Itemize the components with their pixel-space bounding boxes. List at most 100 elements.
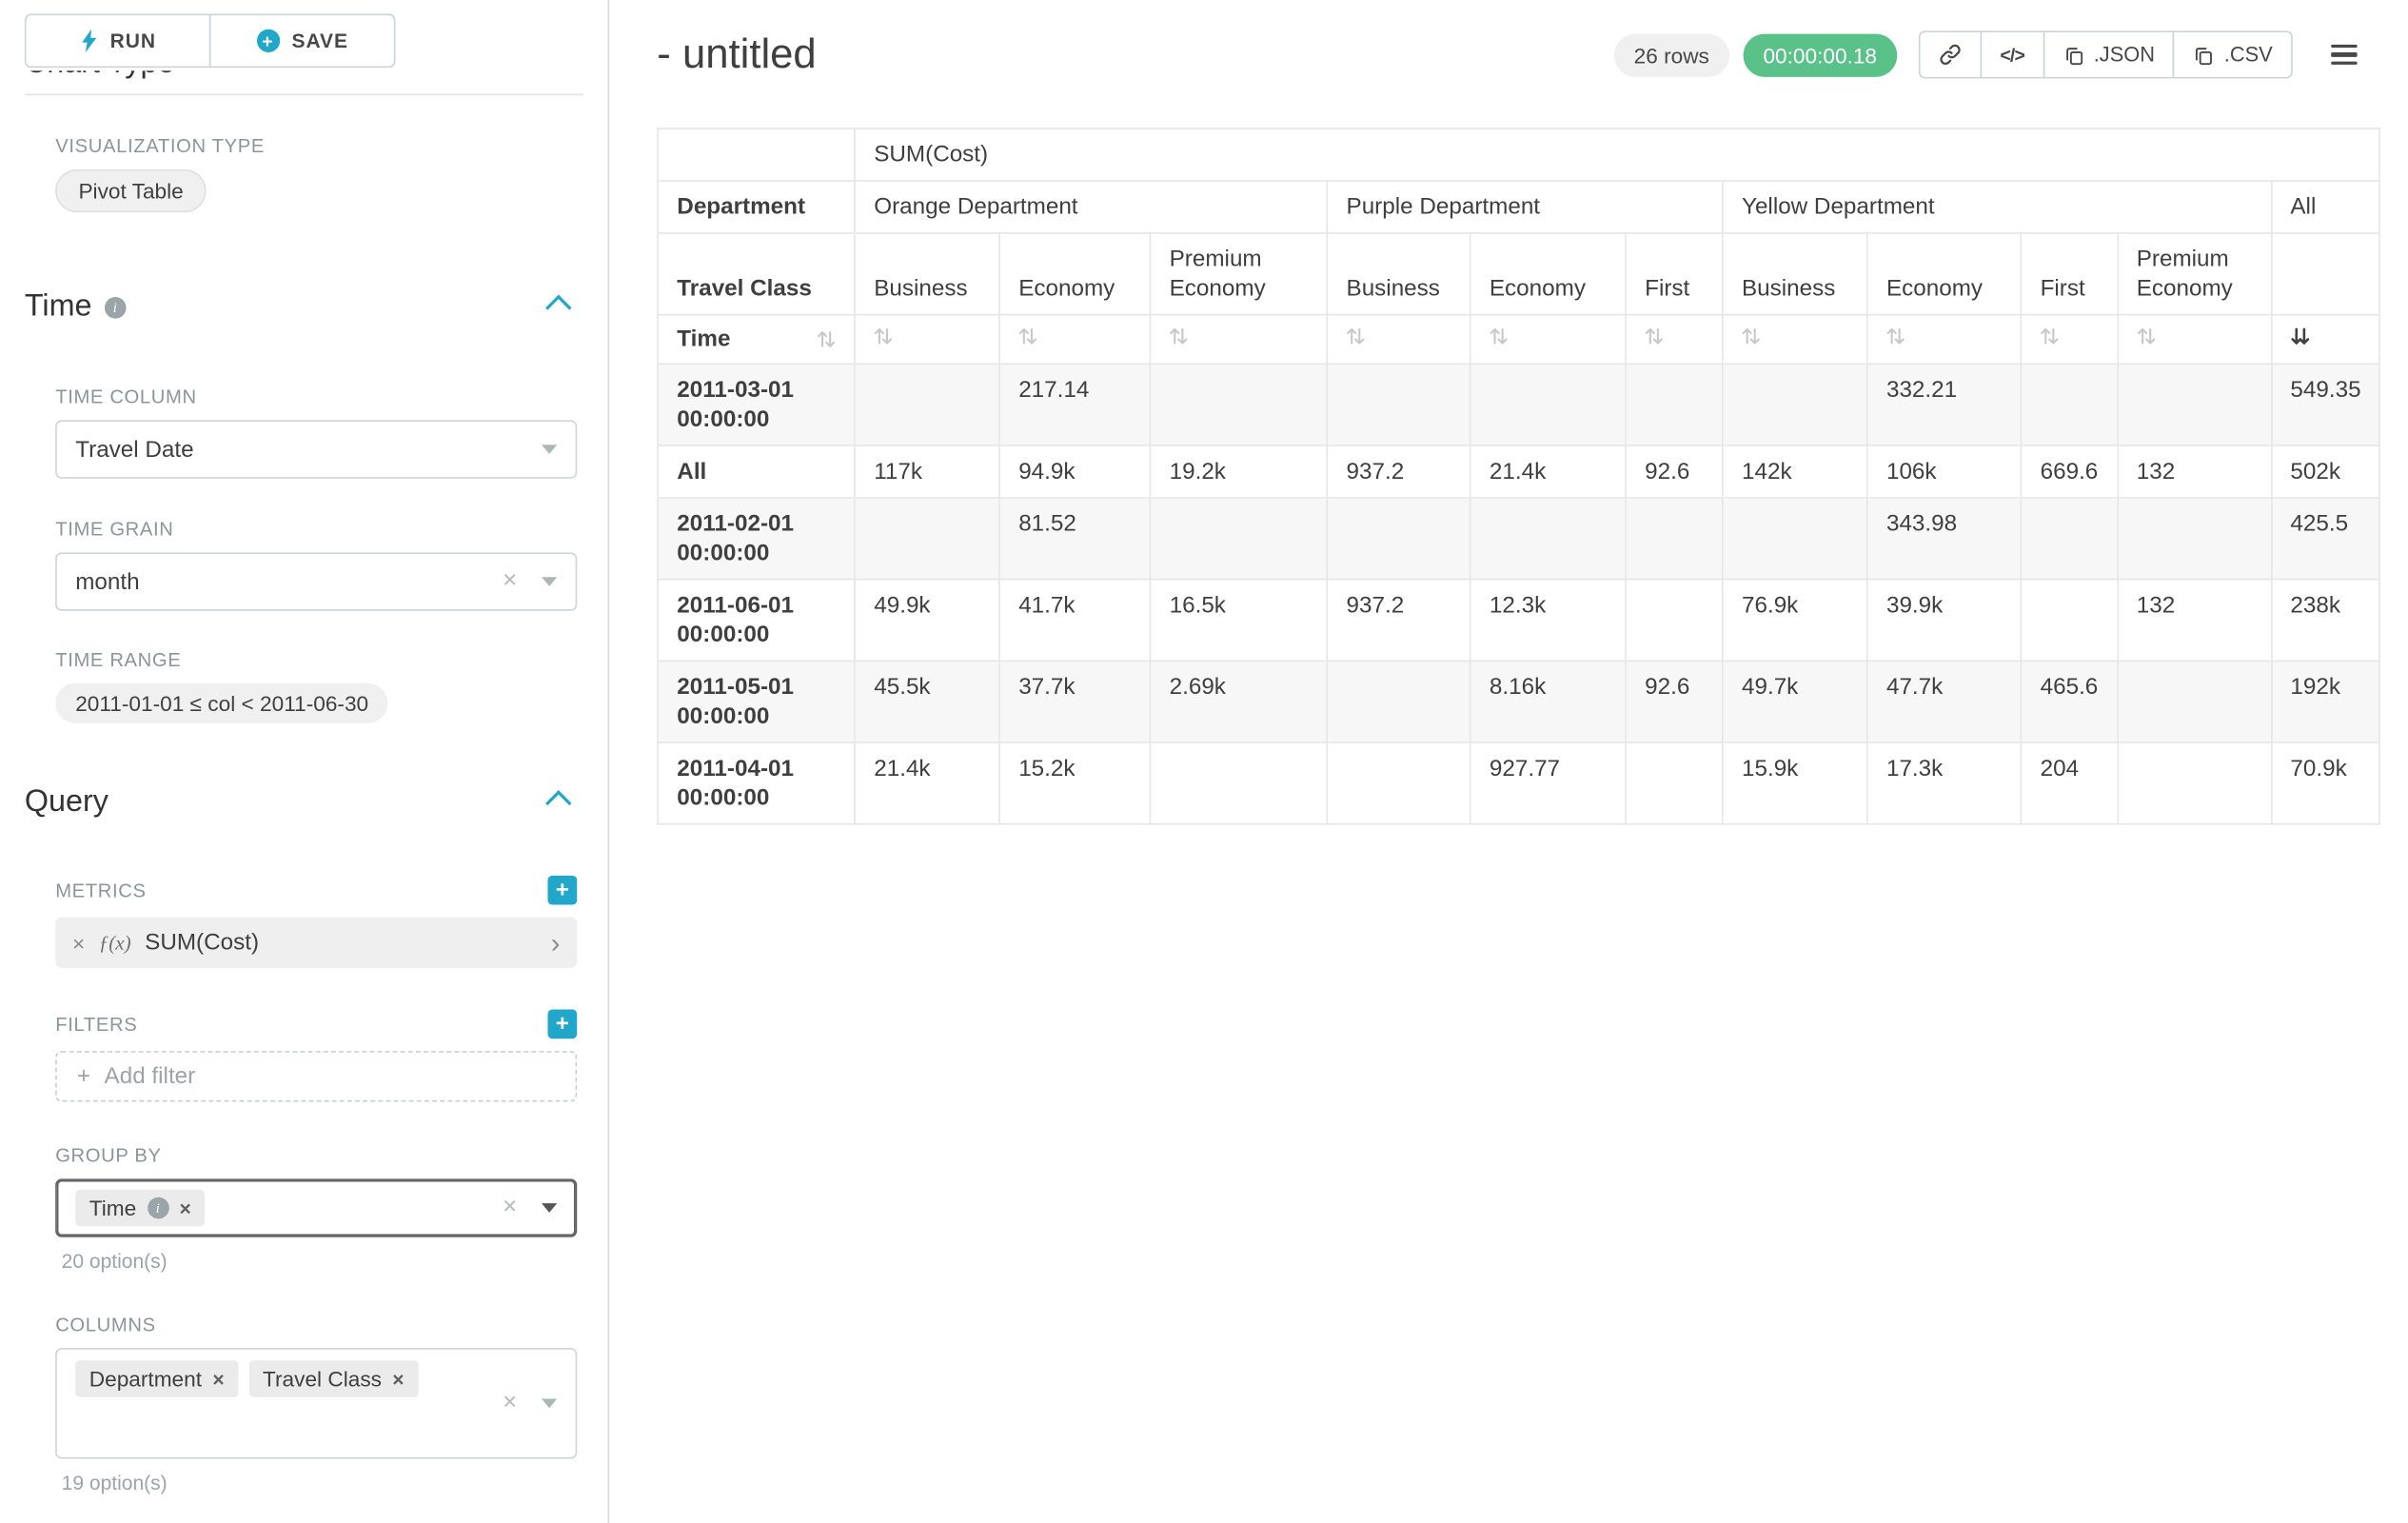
- pivot-value-cell: 217.14: [999, 364, 1150, 445]
- remove-tag-icon[interactable]: ×: [179, 1198, 190, 1218]
- pivot-value-cell: 21.4k: [855, 742, 999, 824]
- pivot-value-cell: [1723, 364, 1867, 445]
- pivot-row-label: All: [658, 445, 855, 498]
- clear-icon[interactable]: ×: [503, 1196, 517, 1220]
- columns-tag-label: Travel Class: [263, 1367, 382, 1392]
- sort-icon[interactable]: [1742, 326, 1760, 346]
- pivot-value-cell: 15.9k: [1723, 742, 1867, 824]
- add-filter-button[interactable]: + Add filter: [55, 1051, 577, 1101]
- pivot-value-cell: 117k: [855, 445, 999, 498]
- chevron-up-icon[interactable]: [545, 294, 571, 320]
- travel-class-header: Business: [855, 233, 999, 315]
- pivot-table: SUM(Cost)DepartmentOrange DepartmentPurp…: [657, 128, 2380, 824]
- viz-type-pill[interactable]: Pivot Table: [55, 169, 207, 212]
- sort-descending-icon[interactable]: [2290, 326, 2308, 346]
- time-grain-select[interactable]: month ×: [55, 552, 577, 610]
- sort-icon[interactable]: [1490, 326, 1508, 346]
- pivot-value-cell: 21.4k: [1470, 445, 1626, 498]
- pivot-value-cell: 15.2k: [999, 742, 1150, 824]
- pivot-row-label: 2011-02-01 00:00:00: [658, 498, 855, 580]
- pivot-value-cell: [1626, 742, 1723, 824]
- pivot-value-cell: 76.9k: [1723, 580, 1867, 662]
- sort-icon[interactable]: [817, 329, 835, 349]
- pivot-value-cell: [1470, 364, 1626, 445]
- json-button-label: .JSON: [2094, 43, 2155, 66]
- sort-icon[interactable]: [874, 326, 892, 346]
- all-column-header: All: [2271, 181, 2380, 233]
- sort-icon[interactable]: [1645, 326, 1663, 346]
- sortable-column-cell: [2118, 315, 2272, 365]
- add-filter-plus-button[interactable]: +: [548, 1009, 578, 1038]
- pivot-value-cell: 927.77: [1470, 742, 1626, 824]
- columns-tag-department[interactable]: Department ×: [75, 1360, 238, 1397]
- control-panel-scroll[interactable]: Chart Type VISUALIZATION TYPE Pivot Tabl…: [0, 0, 608, 1523]
- sort-icon[interactable]: [2137, 326, 2155, 346]
- run-button[interactable]: RUN: [25, 14, 211, 69]
- pivot-value-cell: 669.6: [2021, 445, 2117, 498]
- export-json-button[interactable]: .JSON: [2043, 30, 2175, 78]
- columns-tag-travel-class[interactable]: Travel Class ×: [248, 1360, 418, 1397]
- pivot-value-cell: [1470, 498, 1626, 580]
- pivot-value-cell: 238k: [2271, 580, 2380, 662]
- clear-icon[interactable]: ×: [503, 569, 517, 594]
- menu-button[interactable]: [2319, 35, 2369, 74]
- chevron-down-icon: [542, 577, 557, 586]
- pivot-value-cell: 937.2: [1327, 580, 1470, 662]
- time-column-select[interactable]: Travel Date: [55, 420, 577, 478]
- sort-icon[interactable]: [1347, 326, 1365, 346]
- export-csv-button[interactable]: .CSV: [2173, 30, 2292, 78]
- pivot-value-cell: [1626, 580, 1723, 662]
- share-link-button[interactable]: [1919, 30, 1982, 78]
- columns-select[interactable]: Department × Travel Class × ×: [55, 1348, 577, 1458]
- time-range-pill[interactable]: 2011-01-01 ≤ col < 2011-06-30: [55, 683, 388, 723]
- sortable-column-cell: [1470, 315, 1626, 365]
- pivot-value-cell: 17.3k: [1867, 742, 2022, 824]
- chevron-right-icon[interactable]: ›: [551, 929, 561, 957]
- sort-icon[interactable]: [1886, 326, 1905, 346]
- add-metric-button[interactable]: +: [548, 876, 578, 905]
- pivot-value-cell: [1327, 661, 1470, 742]
- query-section-header[interactable]: Query: [25, 784, 583, 820]
- csv-button-label: .CSV: [2224, 43, 2273, 66]
- group-by-tag[interactable]: Time i ×: [75, 1190, 205, 1227]
- pivot-value-cell: [855, 364, 999, 445]
- embed-code-button[interactable]: </>: [1980, 30, 2044, 78]
- remove-tag-icon[interactable]: ×: [212, 1369, 224, 1389]
- save-button-label: SAVE: [291, 30, 348, 52]
- travel-class-header: First: [1626, 233, 1723, 315]
- sort-icon[interactable]: [1018, 326, 1036, 346]
- copy-icon: [2193, 44, 2215, 66]
- pivot-row: 2011-06-01 00:00:0049.9k41.7k16.5k937.21…: [658, 580, 2380, 662]
- clear-icon[interactable]: ×: [503, 1391, 517, 1415]
- pivot-value-cell: [1150, 742, 1327, 824]
- time-section-header[interactable]: Time i: [25, 289, 583, 325]
- chevron-down-icon: [542, 1203, 557, 1213]
- pivot-value-cell: 94.9k: [999, 445, 1150, 498]
- info-icon[interactable]: i: [148, 1197, 169, 1219]
- metric-chip[interactable]: × ƒ(x) SUM(Cost) ›: [55, 917, 577, 967]
- export-button-group: </> .JSON .CSV: [1919, 30, 2293, 78]
- pivot-value-cell: 132: [2118, 445, 2272, 498]
- group-by-select[interactable]: Time i × ×: [55, 1178, 577, 1236]
- remove-metric-icon[interactable]: ×: [72, 932, 85, 954]
- chart-title[interactable]: - untitled: [657, 30, 816, 78]
- section-divider: [25, 94, 583, 96]
- sort-icon[interactable]: [1170, 326, 1188, 346]
- chart-panel: - untitled 26 rows 00:00:00.18 </>: [609, 0, 2408, 1523]
- pivot-value-cell: [1327, 498, 1470, 580]
- travel-class-header: Business: [1723, 233, 1867, 315]
- sort-icon[interactable]: [2041, 326, 2059, 346]
- time-range-label: TIME RANGE: [55, 649, 582, 671]
- remove-tag-icon[interactable]: ×: [392, 1369, 404, 1389]
- control-panel: Chart Type VISUALIZATION TYPE Pivot Tabl…: [0, 0, 609, 1523]
- filters-label: FILTERS: [55, 1014, 137, 1036]
- save-button[interactable]: + SAVE: [209, 14, 396, 69]
- chevron-up-icon[interactable]: [545, 789, 571, 815]
- metrics-row: METRICS +: [55, 876, 577, 905]
- pivot-value-cell: 19.2k: [1150, 445, 1327, 498]
- pivot-value-cell: 425.5: [2271, 498, 2380, 580]
- department-header: Yellow Department: [1723, 181, 2271, 233]
- info-icon[interactable]: i: [104, 296, 126, 318]
- pivot-value-cell: 37.7k: [999, 661, 1150, 742]
- pivot-value-cell: 8.16k: [1470, 661, 1626, 742]
